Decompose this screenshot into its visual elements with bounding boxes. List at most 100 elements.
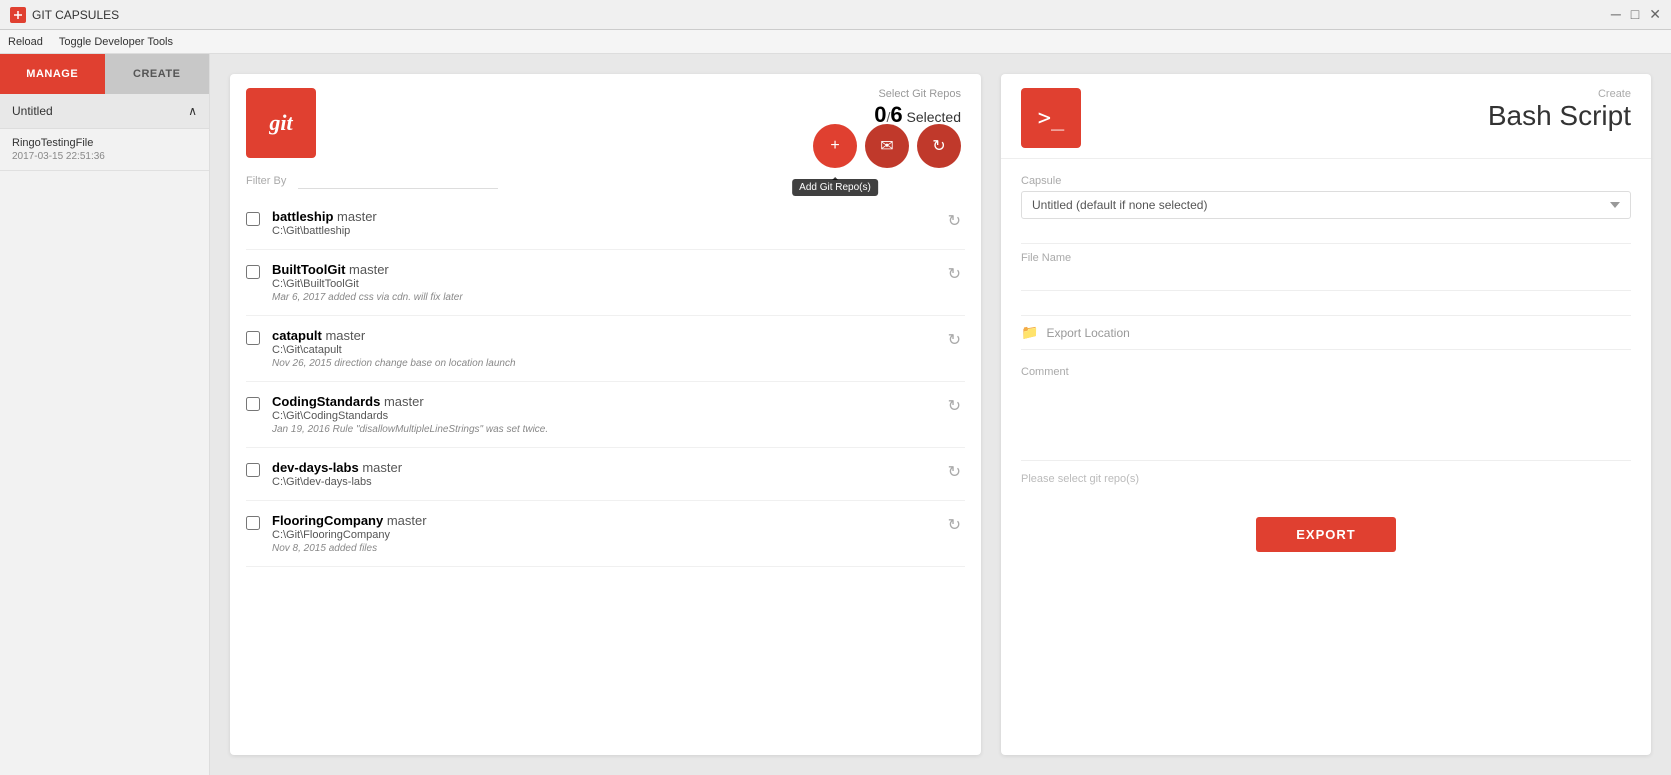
repo-checkbox-builttoolgit[interactable] <box>246 265 260 279</box>
bash-script-title: Bash Script <box>1097 100 1631 132</box>
menu-bar: Reload Toggle Developer Tools <box>0 30 1671 54</box>
window-controls[interactable]: ─ □ ✕ <box>1611 6 1661 23</box>
filter-by-label: Filter By <box>246 175 286 187</box>
create-panel-title-area: Create Bash Script <box>1097 88 1631 132</box>
divider-3 <box>1021 460 1631 461</box>
repo-checkbox-codingstandards[interactable] <box>246 397 260 411</box>
email-button[interactable]: ✉ <box>865 124 909 168</box>
repo-path-devdayslabs: C:\Git\dev-days-labs <box>272 476 944 488</box>
create-panel: >_ Create Bash Script Capsule Untitled (… <box>1001 74 1651 755</box>
capsule-field: Capsule Untitled (default if none select… <box>1021 175 1631 219</box>
repo-name-catapult: catapult master <box>272 328 944 343</box>
repo-list: battleship master C:\Git\battleship ↻ Bu… <box>230 197 981 755</box>
title-bar: GIT CAPSULES ─ □ ✕ <box>0 0 1671 30</box>
repo-item-devdayslabs: dev-days-labs master C:\Git\dev-days-lab… <box>246 448 965 501</box>
repo-info-catapult: catapult master C:\Git\catapult Nov 26, … <box>272 328 944 369</box>
repo-refresh-codingstandards[interactable]: ↻ <box>944 396 965 416</box>
selected-label: Selected <box>903 109 961 125</box>
sidebar-capsule-name: Untitled <box>12 104 53 118</box>
repo-item-flooringcompany: FlooringCompany master C:\Git\FlooringCo… <box>246 501 965 567</box>
repo-name-battleship: battleship master <box>272 209 944 224</box>
repo-item-codingstandards: CodingStandards master C:\Git\CodingStan… <box>246 382 965 448</box>
divider-1 <box>1021 243 1631 244</box>
sidebar-file-item[interactable]: RingoTestingFile 2017-03-15 22:51:36 <box>0 129 209 171</box>
git-panel: git Select Git Repos 0/6 Selected + Add … <box>230 74 981 755</box>
menu-toggle-dev-tools[interactable]: Toggle Developer Tools <box>59 36 173 48</box>
repo-commit-codingstandards: Jan 19, 2016 Rule "disallowMultipleLineS… <box>272 424 944 435</box>
repo-refresh-battleship[interactable]: ↻ <box>944 211 965 231</box>
comment-textarea[interactable] <box>1021 382 1631 452</box>
filename-label: File Name <box>1021 252 1631 264</box>
repo-checkbox-battleship[interactable] <box>246 212 260 226</box>
comment-label: Comment <box>1021 366 1631 378</box>
sidebar-tab-manage[interactable]: MANAGE <box>0 54 105 94</box>
repo-info-codingstandards: CodingStandards master C:\Git\CodingStan… <box>272 394 944 435</box>
repo-path-builttoolgit: C:\Git\BuiltToolGit <box>272 278 944 290</box>
git-logo: git <box>246 88 316 158</box>
git-panel-header: git Select Git Repos 0/6 Selected + Add … <box>230 74 981 168</box>
folder-icon: 📁 <box>1021 324 1038 341</box>
please-select-message: Please select git repo(s) <box>1021 473 1631 485</box>
filename-field: File Name <box>1021 252 1631 291</box>
sidebar-capsule-item[interactable]: Untitled ∧ <box>0 94 209 129</box>
repo-commit-flooringcompany: Nov 8, 2015 added files <box>272 543 944 554</box>
add-git-repo-button[interactable]: + Add Git Repo(s) <box>813 124 857 168</box>
minimize-button[interactable]: ─ <box>1611 6 1621 23</box>
sidebar: MANAGE CREATE Untitled ∧ RingoTestingFil… <box>0 54 210 775</box>
sidebar-file-date: 2017-03-15 22:51:36 <box>12 151 197 162</box>
repo-refresh-builttoolgit[interactable]: ↻ <box>944 264 965 284</box>
export-button[interactable]: EXPORT <box>1256 517 1395 552</box>
app-title: GIT CAPSULES <box>32 8 119 22</box>
action-buttons: + Add Git Repo(s) ✉ ↻ <box>813 124 961 168</box>
repo-path-battleship: C:\Git\battleship <box>272 225 944 237</box>
repo-path-catapult: C:\Git\catapult <box>272 344 944 356</box>
menu-reload[interactable]: Reload <box>8 36 43 48</box>
repo-path-codingstandards: C:\Git\CodingStandards <box>272 410 944 422</box>
refresh-all-button[interactable]: ↻ <box>917 124 961 168</box>
select-git-repos-label: Select Git Repos <box>874 88 961 100</box>
filter-by-section: Filter By <box>230 168 981 197</box>
repo-checkbox-flooringcompany[interactable] <box>246 516 260 530</box>
export-location-label: Export Location <box>1046 326 1129 340</box>
git-panel-top-right: Select Git Repos 0/6 Selected <box>874 88 961 128</box>
repo-info-devdayslabs: dev-days-labs master C:\Git\dev-days-lab… <box>272 460 944 488</box>
sidebar-file-name: RingoTestingFile <box>12 137 197 149</box>
export-btn-row: EXPORT <box>1021 501 1631 552</box>
filter-input[interactable] <box>298 172 498 189</box>
app-container: MANAGE CREATE Untitled ∧ RingoTestingFil… <box>0 54 1671 775</box>
repo-item-builttoolgit: BuiltToolGit master C:\Git\BuiltToolGit … <box>246 250 965 316</box>
repo-name-builttoolgit: BuiltToolGit master <box>272 262 944 277</box>
create-panel-header: >_ Create Bash Script <box>1001 74 1651 159</box>
repo-refresh-devdayslabs[interactable]: ↻ <box>944 462 965 482</box>
repo-name-devdayslabs: dev-days-labs master <box>272 460 944 475</box>
terminal-logo: >_ <box>1021 88 1081 148</box>
add-icon: + <box>830 137 839 155</box>
repo-info-builttoolgit: BuiltToolGit master C:\Git\BuiltToolGit … <box>272 262 944 303</box>
chevron-up-icon: ∧ <box>188 104 197 118</box>
repo-refresh-catapult[interactable]: ↻ <box>944 330 965 350</box>
create-panel-body: Capsule Untitled (default if none select… <box>1001 159 1651 755</box>
create-label: Create <box>1097 88 1631 100</box>
refresh-icon: ↻ <box>932 136 945 156</box>
main-content: git Select Git Repos 0/6 Selected + Add … <box>210 54 1671 775</box>
export-location-row: 📁 Export Location <box>1021 324 1631 350</box>
capsule-label: Capsule <box>1021 175 1631 187</box>
repo-item-battleship: battleship master C:\Git\battleship ↻ <box>246 197 965 250</box>
filename-input[interactable] <box>1021 268 1631 291</box>
repo-checkbox-catapult[interactable] <box>246 331 260 345</box>
repo-name-codingstandards: CodingStandards master <box>272 394 944 409</box>
close-button[interactable]: ✕ <box>1649 6 1661 23</box>
maximize-button[interactable]: □ <box>1631 6 1639 23</box>
email-icon: ✉ <box>880 136 893 156</box>
repo-info-flooringcompany: FlooringCompany master C:\Git\FlooringCo… <box>272 513 944 554</box>
repo-checkbox-devdayslabs[interactable] <box>246 463 260 477</box>
repo-commit-catapult: Nov 26, 2015 direction change base on lo… <box>272 358 944 369</box>
repo-item-catapult: catapult master C:\Git\catapult Nov 26, … <box>246 316 965 382</box>
sidebar-tabs: MANAGE CREATE <box>0 54 209 94</box>
repo-refresh-flooringcompany[interactable]: ↻ <box>944 515 965 535</box>
divider-2 <box>1021 315 1631 316</box>
repo-path-flooringcompany: C:\Git\FlooringCompany <box>272 529 944 541</box>
sidebar-tab-create[interactable]: CREATE <box>105 54 210 94</box>
capsule-select[interactable]: Untitled (default if none selected) <box>1021 191 1631 219</box>
app-logo <box>10 7 26 23</box>
